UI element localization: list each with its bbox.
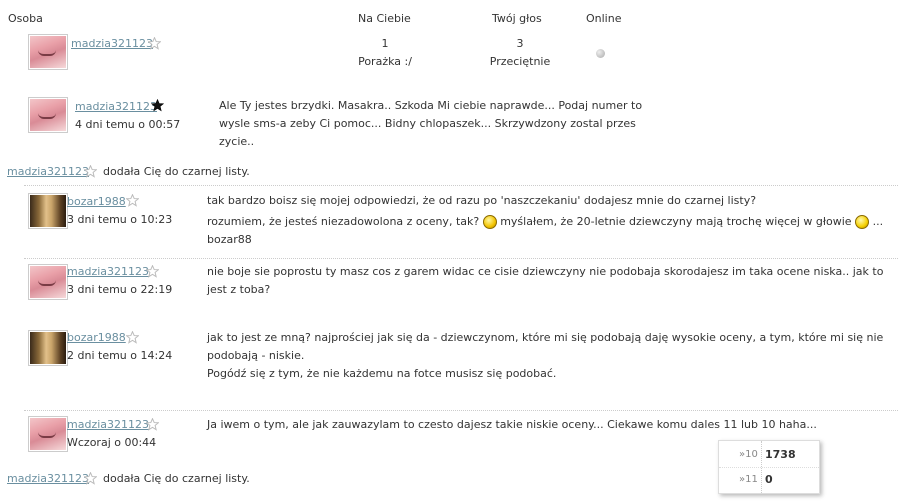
message-line: jest z toba?	[207, 283, 271, 296]
star-outline-icon[interactable]	[126, 194, 139, 207]
message-date: 2 dni temu o 14:24	[67, 349, 173, 362]
avatar[interactable]	[28, 193, 68, 229]
message-text: nie boje sie poprostu ty masz cos z gare…	[207, 263, 897, 299]
avatar[interactable]	[28, 34, 68, 70]
star-black-icon[interactable]	[151, 99, 164, 112]
message-date: 3 dni temu o 10:23	[67, 213, 173, 226]
col-header-online: Online	[586, 12, 622, 25]
message-date: 3 dni temu o 22:19	[67, 283, 173, 296]
message-text: tak bardzo boisz się mojej odpowiedzi, ż…	[207, 192, 897, 249]
author-link[interactable]: madzia321123	[67, 265, 149, 278]
message-line: Ale Ty jestes brzydki. Masakra.. Szkoda …	[219, 99, 643, 112]
avatar[interactable]	[28, 97, 68, 133]
message-fragment: ...	[872, 215, 884, 228]
glasses-smiley-icon	[855, 215, 870, 229]
message-line: wysle sms-a zeby Ci pomoc... Bidny chlop…	[219, 117, 636, 130]
message-line: tak bardzo boisz się mojej odpowiedzi, ż…	[207, 194, 757, 207]
message-line: Ja iwem o tym, ale jak zauwazylam to cze…	[207, 418, 817, 431]
message-line: bozar88	[207, 233, 252, 246]
author-link[interactable]: madzia321123	[75, 100, 157, 113]
message-text: Ja iwem o tym, ale jak zauwazylam to cze…	[207, 416, 897, 434]
author-link[interactable]: bozar1988	[67, 331, 126, 344]
col-header-twoj-glos: Twój głos	[492, 12, 542, 25]
divider	[24, 410, 898, 411]
popup-value: 0	[765, 473, 773, 486]
popup-key: »11	[739, 474, 758, 485]
message-text: Ale Ty jestes brzydki. Masakra.. Szkoda …	[219, 97, 679, 151]
blacklist-user-link[interactable]: madzia321123	[7, 472, 89, 485]
star-outline-icon[interactable]	[146, 265, 159, 278]
twoj-glos-label: Przeciętnie	[489, 55, 551, 68]
divider	[24, 185, 898, 186]
popup-row: »11 0	[719, 468, 819, 492]
rating-popup: »10 1738 »11 0	[718, 440, 820, 494]
popup-value: 1738	[765, 448, 796, 461]
message-fragment: myślałem, że 20-letnie dziewczyny mają t…	[500, 215, 852, 228]
online-status-icon	[596, 49, 605, 58]
twoj-glos-value: 3	[516, 37, 524, 50]
message-line: nie boje sie poprostu ty masz cos z gare…	[207, 265, 884, 278]
star-outline-icon[interactable]	[84, 165, 97, 178]
sad-smiley-icon	[482, 215, 497, 229]
message-line: Pogódź się z tym, że nie każdemu na fotc…	[207, 367, 557, 380]
star-outline-icon[interactable]	[84, 472, 97, 485]
message-line: zycie..	[219, 135, 255, 148]
message-line: podobają - niskie.	[207, 349, 305, 362]
col-header-na-ciebie: Na Ciebie	[358, 12, 411, 25]
profile-name-link[interactable]: madzia321123	[71, 37, 153, 50]
author-link[interactable]: madzia321123	[67, 418, 149, 431]
message-fragment: rozumiem, że jesteś niezadowolona z ocen…	[207, 215, 480, 228]
star-outline-icon[interactable]	[126, 331, 139, 344]
message-text: jak to jest ze mną? najprościej jak się …	[207, 329, 897, 383]
star-outline-icon[interactable]	[148, 37, 161, 50]
message-date: 4 dni temu o 00:57	[75, 118, 181, 131]
message-date: Wczoraj o 00:44	[67, 436, 157, 449]
popup-row: »10 1738	[719, 443, 819, 468]
popup-key: »10	[739, 449, 758, 460]
blacklist-note-text: dodała Cię do czarnej listy.	[103, 472, 250, 485]
col-header-osoba: Osoba	[8, 12, 43, 25]
blacklist-user-link[interactable]: madzia321123	[7, 165, 89, 178]
na-ciebie-value: 1	[381, 37, 389, 50]
author-link[interactable]: bozar1988	[67, 195, 126, 208]
na-ciebie-label: Porażka :/	[358, 55, 412, 68]
blacklist-note-text: dodała Cię do czarnej listy.	[103, 165, 250, 178]
star-outline-icon[interactable]	[146, 418, 159, 431]
divider	[24, 258, 898, 259]
message-line: jak to jest ze mną? najprościej jak się …	[207, 331, 884, 344]
avatar[interactable]	[28, 264, 68, 300]
message-line: rozumiem, że jesteś niezadowolona z ocen…	[207, 213, 897, 231]
avatar[interactable]	[28, 416, 68, 452]
avatar[interactable]	[28, 330, 68, 366]
